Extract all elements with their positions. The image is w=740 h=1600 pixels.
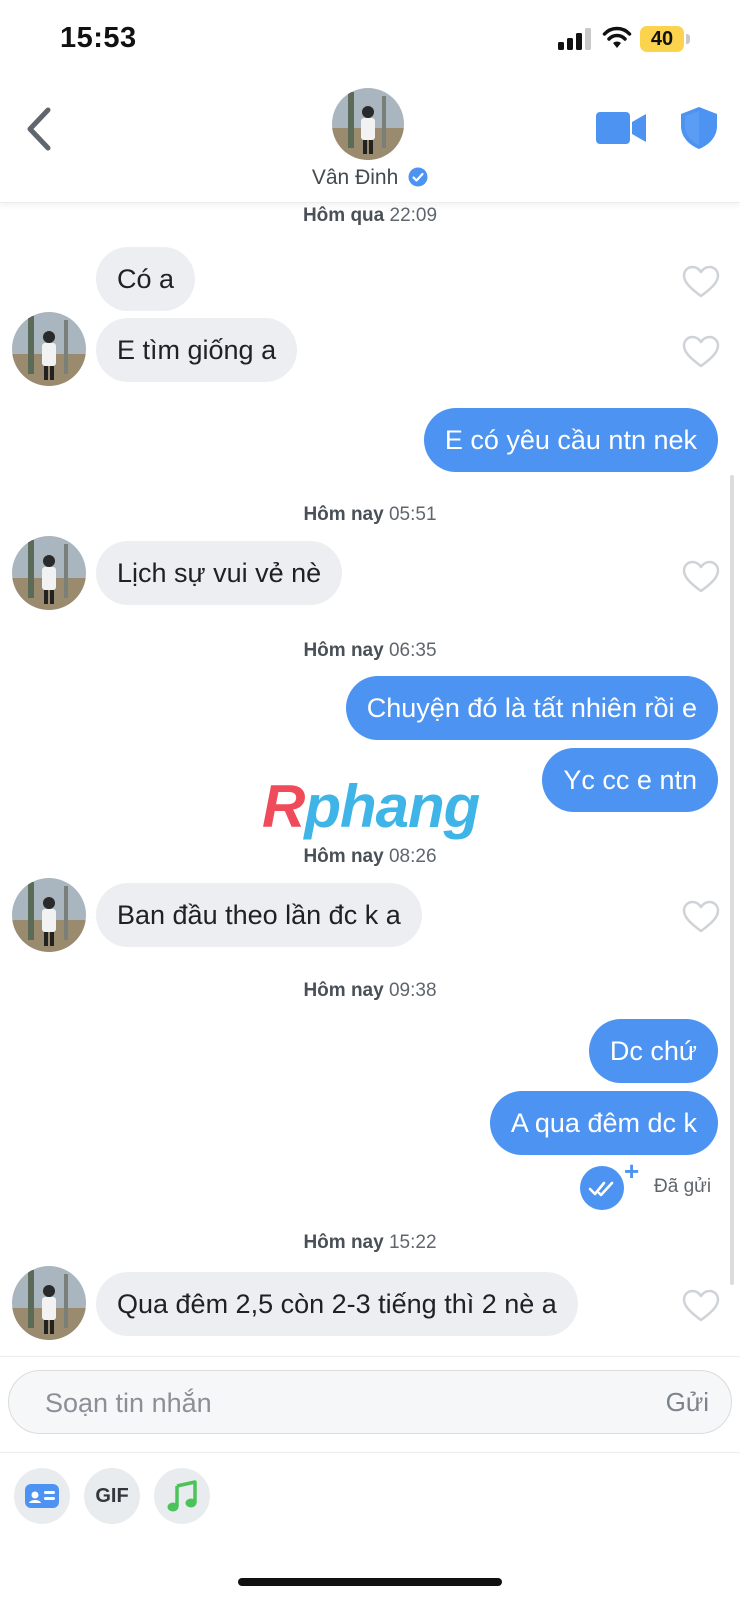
sent-status: Đã gửi bbox=[654, 1176, 712, 1197]
outgoing-message[interactable]: E có yêu cầu ntn nek bbox=[423, 408, 718, 472]
send-button[interactable]: Gửi bbox=[666, 1371, 709, 1433]
chat-header: Vân Đinh bbox=[0, 70, 740, 203]
timestamp: Hôm nay 15:22 bbox=[303, 1232, 437, 1253]
battery-level: 40 bbox=[640, 26, 684, 52]
music-note-icon bbox=[167, 1480, 197, 1512]
status-time: 15:53 bbox=[60, 22, 137, 54]
wifi-icon bbox=[602, 26, 632, 48]
incoming-message[interactable]: Có a bbox=[96, 247, 196, 311]
divider bbox=[0, 1452, 740, 1453]
card-button[interactable] bbox=[14, 1468, 70, 1524]
heart-outline-icon[interactable] bbox=[682, 560, 720, 594]
chevron-left-icon[interactable] bbox=[22, 104, 58, 154]
id-card-icon bbox=[25, 1484, 59, 1508]
heart-outline-icon[interactable] bbox=[682, 1289, 720, 1323]
shield-icon[interactable] bbox=[680, 106, 718, 150]
gif-label: GIF bbox=[95, 1484, 129, 1507]
watermark-logo: Rphang bbox=[262, 773, 480, 840]
scrollbar[interactable] bbox=[730, 475, 734, 1285]
music-button[interactable] bbox=[154, 1468, 210, 1524]
timestamp: Hôm nay 09:38 bbox=[303, 980, 437, 1001]
heart-outline-icon[interactable] bbox=[682, 900, 720, 934]
heart-outline-icon[interactable] bbox=[682, 265, 720, 299]
message-input[interactable] bbox=[43, 1371, 607, 1435]
battery-icon: 40 bbox=[640, 26, 690, 52]
double-check-icon bbox=[580, 1166, 624, 1210]
incoming-message[interactable]: Qua đêm 2,5 còn 2-3 tiếng thì 2 nè a bbox=[96, 1272, 578, 1336]
avatar[interactable] bbox=[12, 1266, 86, 1340]
incoming-message[interactable]: Lịch sự vui vẻ nè bbox=[96, 541, 343, 605]
heart-outline-icon[interactable] bbox=[682, 335, 720, 369]
verified-badge-icon bbox=[408, 167, 428, 187]
video-camera-icon[interactable] bbox=[596, 110, 648, 146]
contact-name-row[interactable]: Vân Đinh bbox=[0, 166, 740, 190]
incoming-message[interactable]: Ban đầu theo lần đc k a bbox=[96, 883, 422, 947]
gif-button[interactable]: GIF bbox=[84, 1468, 140, 1524]
message-composer: Gửi bbox=[8, 1370, 732, 1435]
outgoing-message[interactable]: Chuyện đó là tất nhiên rồi e bbox=[345, 676, 718, 740]
avatar[interactable] bbox=[12, 878, 86, 952]
outgoing-message[interactable]: Yc cc e ntn bbox=[542, 748, 718, 812]
timestamp: Hôm nay 08:26 bbox=[303, 846, 437, 867]
outgoing-message[interactable]: Dc chứ bbox=[588, 1019, 718, 1083]
timestamp: Hôm nay 06:35 bbox=[303, 640, 437, 661]
incoming-message[interactable]: E tìm giống a bbox=[96, 318, 298, 382]
divider bbox=[0, 1356, 740, 1357]
home-indicator[interactable] bbox=[238, 1578, 502, 1586]
cellular-signal-icon bbox=[558, 28, 591, 50]
timestamp: Hôm qua 22:09 bbox=[302, 205, 438, 226]
plus-icon: + bbox=[624, 1156, 640, 1186]
avatar[interactable] bbox=[12, 312, 86, 386]
timestamp: Hôm nay 05:51 bbox=[303, 504, 437, 525]
avatar[interactable] bbox=[12, 536, 86, 610]
outgoing-message[interactable]: A qua đêm dc k bbox=[489, 1091, 718, 1155]
contact-name: Vân Đinh bbox=[311, 166, 399, 189]
avatar[interactable] bbox=[332, 88, 404, 160]
